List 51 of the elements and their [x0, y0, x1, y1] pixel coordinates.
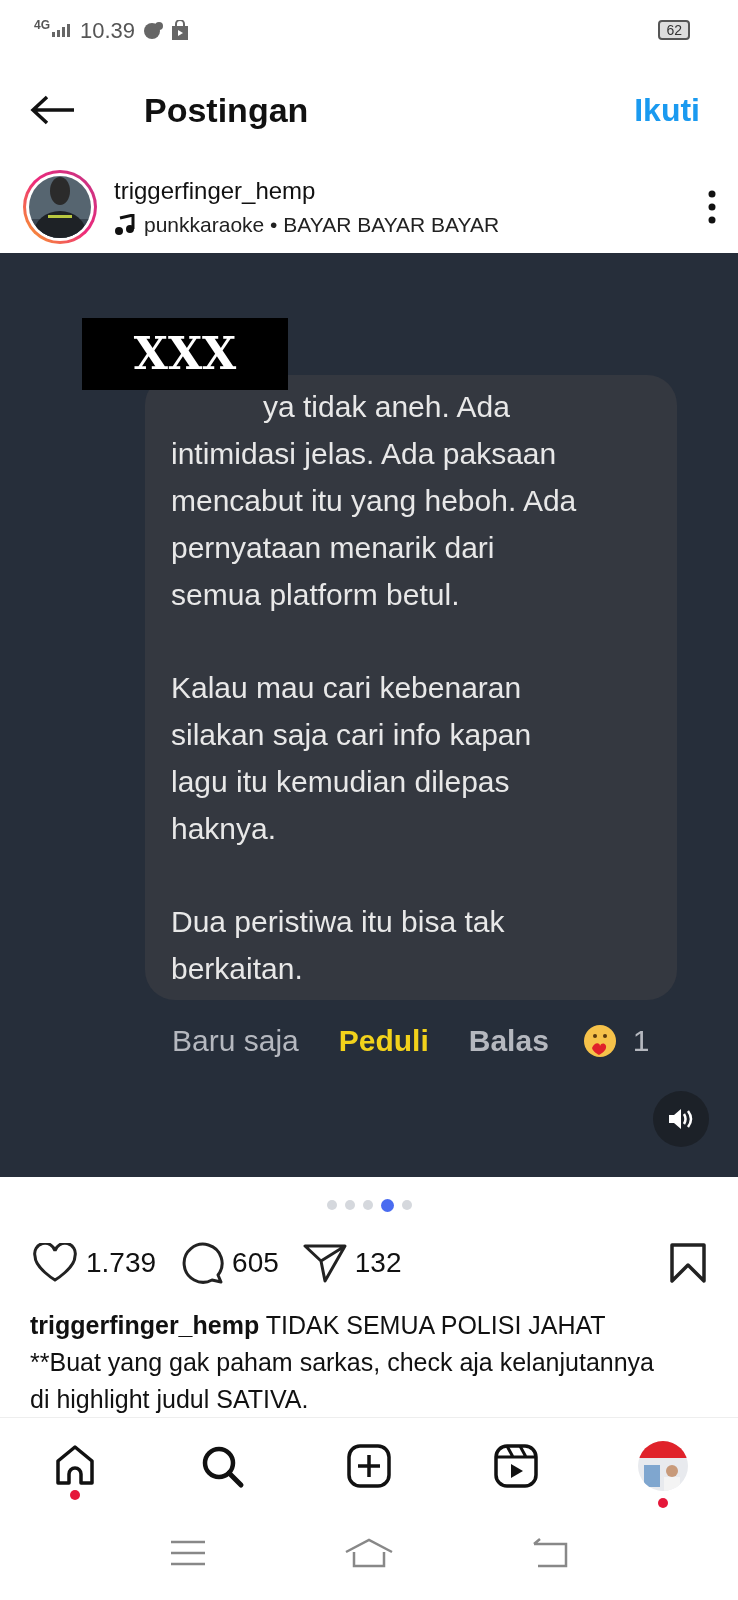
- sound-button[interactable]: [653, 1091, 709, 1147]
- speaker-icon: [668, 1108, 694, 1130]
- network-label: 4G: [34, 17, 50, 34]
- back-nav-button[interactable]: [532, 1538, 568, 1568]
- comment-icon: [180, 1242, 225, 1284]
- reply-link[interactable]: Balas: [468, 1018, 549, 1063]
- carousel-dot[interactable]: [380, 1198, 394, 1212]
- heart-icon: [32, 1243, 78, 1283]
- back-icon: [532, 1538, 568, 1568]
- comment-button[interactable]: [180, 1242, 225, 1284]
- reaction-count: 1: [632, 1023, 650, 1059]
- censor-label: XXX: [82, 318, 288, 390]
- plus-square-icon: [346, 1442, 392, 1489]
- home-button[interactable]: [344, 1538, 394, 1568]
- music-note-icon: [114, 213, 136, 236]
- clock-time: 10.39: [80, 16, 136, 45]
- back-button[interactable]: [30, 95, 76, 125]
- audio-link[interactable]: punkkaraoke • BAYAR BAYAR BAYAR: [144, 208, 500, 241]
- post-caption: triggerfinger_hemp TIDAK SEMUA POLISI JAHAT **Buat yang gak paham sarkas, check aja kelanjutannya di highlight judul SATIVA.: [30, 1310, 654, 1415]
- comment-text: Kalau mau cari kebenaran silakan saja cari info kapan lagu itu kemudian dilepas haknya.: [171, 670, 533, 847]
- reels-icon: [493, 1442, 539, 1489]
- more-options-icon: [708, 189, 716, 224]
- username-link[interactable]: triggerfinger_hemp: [30, 1311, 260, 1339]
- count-label: 132: [354, 1246, 402, 1280]
- recent-apps-button[interactable]: [170, 1540, 206, 1566]
- menu-icon: [170, 1540, 206, 1566]
- comment-text: ya tidak aneh. Ada intimidasi jelas. Ada paksaan mencabut itu yang heboh. Ada pernyataan menarik dari semua platform betul.: [171, 389, 578, 613]
- like-button[interactable]: [32, 1243, 78, 1283]
- battery-level: 62: [658, 20, 690, 40]
- carousel-dot[interactable]: [362, 1200, 373, 1210]
- reaction-link[interactable]: Peduli: [338, 1018, 429, 1063]
- comment-text: Dua peristiwa itu bisa tak berkaitan.: [171, 904, 506, 987]
- signal-icon: [52, 23, 72, 37]
- more-options-button[interactable]: [708, 189, 716, 224]
- emoji-icon: [582, 1023, 617, 1058]
- home-outline-icon: [344, 1538, 394, 1568]
- page-title: Postingan: [144, 89, 309, 131]
- shopping-bag-icon: [171, 20, 190, 40]
- username-link[interactable]: triggerfinger_hemp: [114, 172, 500, 209]
- save-button[interactable]: [670, 1243, 706, 1283]
- carousel-dot[interactable]: [344, 1200, 355, 1210]
- send-icon: [302, 1243, 347, 1283]
- count-label: 1.739: [86, 1246, 157, 1280]
- bookmark-icon: [670, 1243, 706, 1283]
- share-button[interactable]: [302, 1243, 347, 1283]
- comment-time: Baru saja: [172, 1023, 299, 1059]
- carousel-dot[interactable]: [326, 1200, 337, 1210]
- carousel-dot[interactable]: [401, 1200, 412, 1210]
- count-label: 605: [232, 1246, 279, 1280]
- app-icon: [143, 21, 164, 39]
- back-arrow-icon: [30, 95, 76, 125]
